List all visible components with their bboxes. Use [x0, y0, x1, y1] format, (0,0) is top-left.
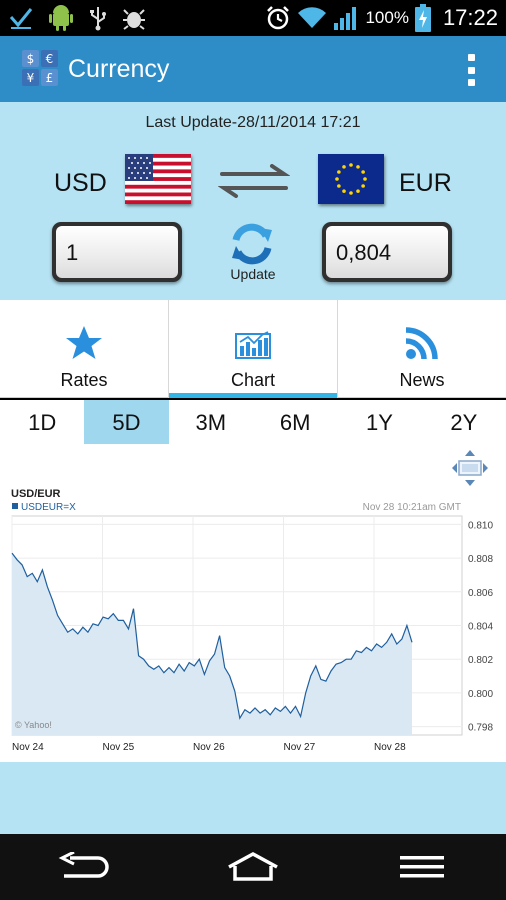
menu-lines-icon [399, 856, 444, 878]
signal-icon [334, 7, 357, 30]
update-label[interactable]: Update [200, 266, 306, 282]
y-tick-label-0: 0.810 [468, 520, 493, 531]
footer-panel [0, 762, 506, 834]
home-icon [228, 852, 278, 881]
back-arrow-icon [58, 852, 110, 878]
bar-chart-icon [235, 331, 271, 359]
svg-text:€: € [46, 52, 54, 66]
battery-percent: 100% [365, 8, 409, 27]
home-button[interactable] [223, 847, 283, 887]
rss-icon [405, 327, 438, 360]
system-nav-bar [0, 834, 506, 900]
y-tick-label-2: 0.806 [468, 588, 493, 599]
download-check-icon [9, 8, 33, 29]
period-1d[interactable]: 1D [0, 400, 84, 444]
svg-text:$: $ [27, 52, 35, 66]
period-6m[interactable]: 6M [253, 400, 337, 444]
back-button[interactable] [54, 847, 114, 887]
y-tick-label-3: 0.804 [468, 622, 493, 633]
swap-currencies-icon[interactable] [218, 164, 290, 198]
from-amount-input[interactable]: 1 [52, 222, 182, 282]
converter-panel: Last Update-28/11/2014 17:21 USD EUR 1 U… [0, 102, 506, 300]
chart-title: USD/EUR [11, 488, 61, 500]
chart-area-fill [12, 553, 412, 735]
overflow-menu-icon[interactable] [468, 54, 476, 86]
x-tick-label-1: Nov 25 [103, 742, 135, 753]
action-bar: $ € ¥ £ Currency [0, 36, 506, 102]
period-3m[interactable]: 3M [169, 400, 253, 444]
app-title: Currency [68, 55, 170, 83]
currency-exchange-icon[interactable]: $ € ¥ £ [22, 50, 58, 86]
active-tab-indicator [169, 393, 337, 398]
svg-text:£: £ [46, 71, 54, 85]
debug-bug-icon [123, 9, 145, 30]
to-currency-code[interactable]: EUR [399, 169, 452, 198]
chart-credit: © Yahoo! [15, 720, 52, 730]
update-refresh-icon[interactable] [226, 220, 278, 268]
chart-timestamp: Nov 28 10:21am GMT [363, 502, 461, 513]
period-1y[interactable]: 1Y [337, 400, 421, 444]
last-update-text: Last Update-28/11/2014 17:21 [145, 114, 361, 131]
tab-bar: Rates Chart News [0, 300, 506, 398]
tab-chart[interactable]: Chart [169, 300, 338, 398]
wifi-icon [298, 7, 327, 29]
tab-chart-label: Chart [230, 370, 275, 390]
from-amount-value[interactable]: 1 [56, 226, 178, 278]
period-2y[interactable]: 2Y [422, 400, 506, 444]
from-currency-code[interactable]: USD [54, 169, 107, 198]
legend-label: USDEUR=X [21, 502, 76, 513]
us-flag-icon[interactable] [125, 154, 191, 204]
clock: 17:22 [442, 5, 498, 30]
alarm-icon [267, 6, 290, 30]
period-selector: 1D 5D 3M 6M 1Y 2Y [0, 400, 506, 444]
y-tick-label-1: 0.808 [468, 554, 493, 565]
tab-news[interactable]: News [338, 300, 506, 398]
status-bar: 100% 17:22 [0, 0, 506, 36]
usb-icon [90, 7, 106, 31]
usd-eur-chart[interactable]: USD/EUR USDEUR=X Nov 28 10:21am GMT © Ya… [0, 480, 506, 762]
x-tick-label-2: Nov 26 [193, 742, 225, 753]
legend-swatch [12, 503, 18, 509]
battery-charging-icon [414, 4, 431, 32]
period-5d[interactable]: 5D [84, 400, 169, 444]
y-tick-label-5: 0.800 [468, 689, 493, 700]
menu-button[interactable] [392, 847, 452, 887]
y-tick-label-4: 0.802 [468, 655, 493, 666]
x-tick-label-3: Nov 27 [284, 742, 316, 753]
x-tick-label-0: Nov 24 [12, 742, 44, 753]
y-tick-label-6: 0.798 [468, 723, 493, 734]
to-amount-value: 0,804 [326, 226, 448, 278]
svg-text:¥: ¥ [27, 71, 35, 85]
star-icon [66, 326, 102, 359]
tab-rates-label: Rates [60, 370, 108, 390]
tab-news-label: News [399, 370, 445, 390]
x-tick-label-4: Nov 28 [374, 742, 406, 753]
chart-area: USD/EUR USDEUR=X Nov 28 10:21am GMT © Ya… [0, 444, 506, 762]
android-icon [49, 5, 73, 31]
to-amount-field[interactable]: 0,804 [322, 222, 452, 282]
eu-flag-icon[interactable] [318, 154, 384, 204]
tab-rates[interactable]: Rates [0, 300, 169, 398]
